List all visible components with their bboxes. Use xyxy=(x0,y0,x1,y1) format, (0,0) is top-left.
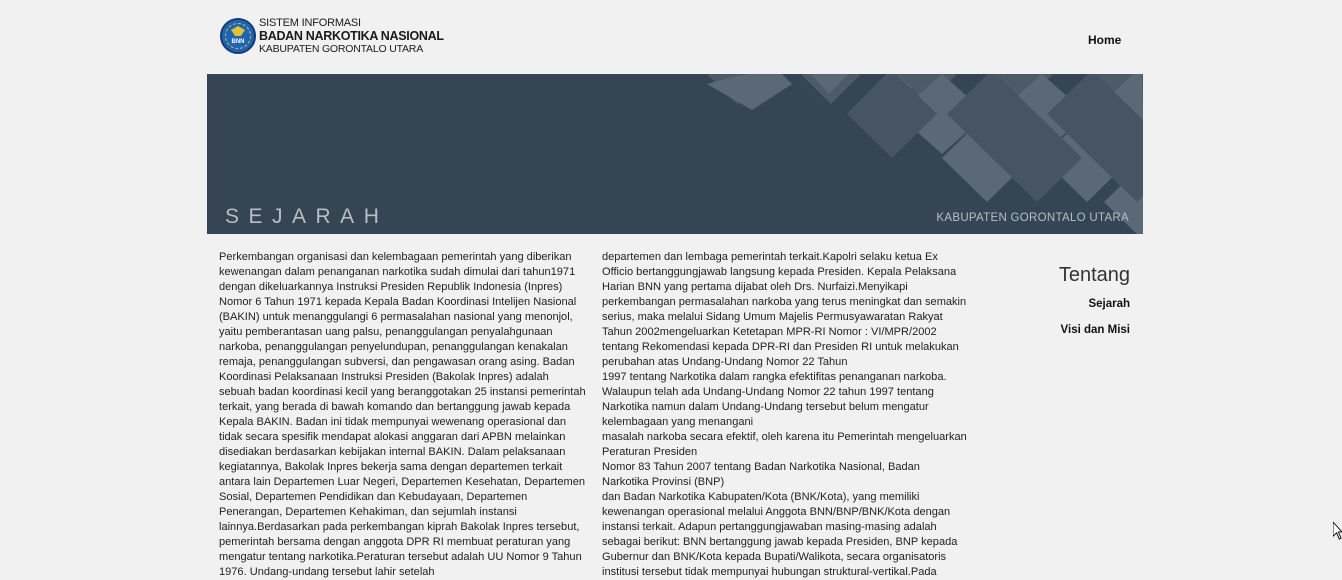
banner-subtitle: KABUPATEN GORONTALO UTARA xyxy=(936,212,1129,224)
text-line: remaja, penanggulangan subversi, dan pen… xyxy=(219,356,575,368)
logo-line-1: SISTEM INFORMASI xyxy=(259,17,361,29)
text-line: pemerintah bersama dengan anggota DPR RI… xyxy=(219,536,571,548)
text-line: lainnya.Berdasarkan pada perkembangan ki… xyxy=(219,521,580,533)
logo-line-3: KABUPATEN GORONTALO UTARA xyxy=(259,42,423,55)
text-line: antara lain Departemen Luar Negeri, Depa… xyxy=(219,476,585,488)
text-line: Sosial, Departemen Pendidikan dan Kebuda… xyxy=(219,491,528,503)
text-line: Officio bertanggungjawab langsung kepada… xyxy=(602,266,957,278)
sidebar: Tentang Sejarah Visi dan Misi xyxy=(1030,264,1130,336)
text-line: Nomor 83 Tahun 2007 tentang Badan Narkot… xyxy=(602,461,920,473)
text-line: Tahun 2002mengeluarkan Ketetapan MPR-RI … xyxy=(602,326,937,338)
text-line: disediakan berdasarkan kebijakan interna… xyxy=(219,446,566,458)
text-line: tidak secara spesifik mendapat alokasi a… xyxy=(219,431,566,443)
text-line: 1976. Undang-undang tersebut lahir setel… xyxy=(219,566,435,578)
text-line: departemen dan lembaga pemerintah terkai… xyxy=(602,251,938,263)
text-line: masalah narkoba secara efektif, oleh kar… xyxy=(602,431,967,443)
text-line: tentang Rekomendasi kepada DPR-RI dan Pr… xyxy=(602,341,959,353)
nav-home-link[interactable]: Home xyxy=(1088,33,1121,47)
text-line: dan Badan Narkotika Kabupaten/Kota (BNK/… xyxy=(602,491,920,503)
text-line: kegiatannya, Bakolak Inpres bekerja sama… xyxy=(219,461,563,473)
text-line: Perkembangan organisasi dan kelembagaan … xyxy=(219,251,572,263)
text-line: Walaupun telah ada Undang-Undang Nomor 2… xyxy=(602,386,934,398)
text-line: mengatur tentang narkotika.Peraturan ter… xyxy=(219,551,582,563)
text-line: serius, maka melalui Sidang Umum Majelis… xyxy=(602,311,943,323)
text-line: (BAKIN) untuk menanggulangi 6 permasalah… xyxy=(219,311,573,323)
text-line: Penerangan, Departemen Kehakiman, dan se… xyxy=(219,506,517,518)
text-line: Koordinasi Pelaksanaan Instruksi Preside… xyxy=(219,371,549,383)
text-line: Narkotika Provinsi (BNP) xyxy=(602,476,725,488)
text-line: Peraturan Presiden xyxy=(602,446,698,458)
article-column-right: departemen dan lembaga pemerintah terkai… xyxy=(602,250,977,580)
text-line: kewenangan operasional melalui Anggota B… xyxy=(602,506,951,518)
text-line: Harian BNN yang pertama dijabat oleh Drs… xyxy=(602,281,908,293)
logo-text: SISTEM INFORMASI BADAN NARKOTIKA NASIONA… xyxy=(259,18,444,54)
text-line: Nomor 6 Tahun 1971 kepada Kepala Badan K… xyxy=(219,296,577,308)
text-line: yaitu pemberantasan uang palsu, penanggu… xyxy=(219,326,553,338)
text-line: 1997 tentang Narkotika dalam rangka efek… xyxy=(602,371,947,383)
site-logo[interactable]: BNN SISTEM INFORMASI BADAN NARKOTIKA NAS… xyxy=(220,18,444,54)
sidebar-link-visi-misi[interactable]: Visi dan Misi xyxy=(1030,324,1130,336)
text-line: Narkotika namun dalam Undang-Undang ters… xyxy=(602,401,929,413)
text-line: sebuah badan koordinasi kecil yang beran… xyxy=(219,386,586,398)
site-header: BNN SISTEM INFORMASI BADAN NARKOTIKA NAS… xyxy=(207,0,1143,74)
page-banner: SEJARAH KABUPATEN GORONTALO UTARA xyxy=(207,74,1143,234)
text-line: sebagai berikut: BNN bertanggung jawab k… xyxy=(602,536,958,548)
banner-title: SEJARAH xyxy=(225,205,389,228)
text-line: terkait, yang berada di bawah komando da… xyxy=(219,401,571,413)
sidebar-link-sejarah[interactable]: Sejarah xyxy=(1030,298,1130,310)
article-column-left: Perkembangan organisasi dan kelembagaan … xyxy=(219,250,594,580)
text-line: narkoba, penanggulangan penyelundupan, p… xyxy=(219,341,568,353)
text-line: kelembagaan yang menangani xyxy=(602,416,754,428)
text-line: dengan dikeluarkannya Instruksi Presiden… xyxy=(219,281,563,293)
text-line: Kepala BAKIN. Badan ini tidak mempunyai … xyxy=(219,416,566,428)
text-line: perubahan atas Undang-Undang Nomor 22 Ta… xyxy=(602,356,848,368)
text-line: Gubernur dan BNK/Kota kepada Bupati/Wali… xyxy=(602,551,947,563)
mouse-cursor-icon xyxy=(1333,521,1342,540)
text-line: institusi tersebut tidak mempunyai hubun… xyxy=(602,566,937,578)
bnn-emblem-icon: BNN xyxy=(220,18,256,54)
text-line: perkembangan permasalahan narkoba yang t… xyxy=(602,296,967,308)
logo-line-2: BADAN NARKOTIKA NASIONAL xyxy=(259,29,444,43)
text-line: instansi terkait. Adapun pertanggungjawa… xyxy=(602,521,937,533)
text-line: kewenangan dalam penanganan narkotika su… xyxy=(219,266,576,278)
sidebar-title: Tentang xyxy=(1058,264,1130,286)
